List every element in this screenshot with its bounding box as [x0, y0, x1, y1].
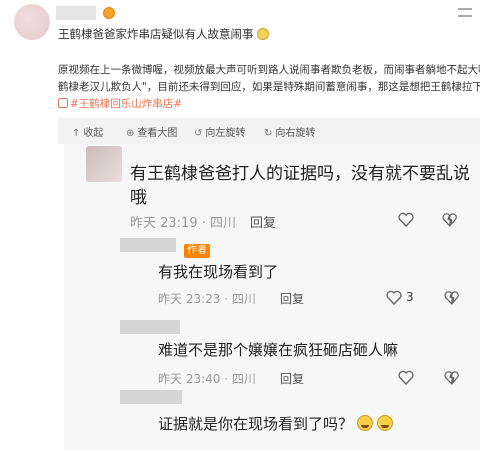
- like-count: 3: [406, 290, 414, 304]
- comment-item: 有王鹤棣爸爸打人的证据吗，没有就不要乱说 哦 昨天 23:19 · 四川 回复: [64, 144, 480, 236]
- rotate-right-icon: ↻: [264, 128, 273, 139]
- like-heart-icon[interactable]: [398, 370, 414, 385]
- author-badge: 作者: [184, 244, 210, 258]
- view-large-button[interactable]: ⊕ 查看大图: [126, 124, 177, 139]
- zoom-icon: ⊕: [126, 128, 135, 139]
- post-title-text: 王鹤棣爸爸家炸串店疑似有人故意闹事: [58, 27, 254, 41]
- comment-text: 证据就是你在现场看到了吗？: [158, 415, 354, 433]
- commenter-name-blurred[interactable]: [120, 238, 176, 252]
- post-header: 王鹤棣爸爸家炸串店疑似有人故意闹事: [0, 0, 480, 42]
- like-heart-icon[interactable]: [386, 290, 402, 305]
- post-title: 王鹤棣爸爸家炸串店疑似有人故意闹事: [58, 26, 269, 42]
- verified-badge-icon: [103, 7, 115, 19]
- comment-item: 证据就是你在现场看到了吗？: [64, 388, 480, 450]
- comment-text-line-1: 难道不是那个嬢嬢在疯狂砸店砸人嘛: [158, 341, 399, 359]
- like-heart-icon[interactable]: [398, 212, 414, 227]
- comment-meta: 昨天 23:23 · 四川: [158, 292, 256, 306]
- collapse-label: 收起: [83, 128, 104, 139]
- rotate-left-icon: ↺: [194, 128, 203, 139]
- rotate-right-button[interactable]: ↻ 向右旋转: [264, 124, 315, 139]
- reply-button[interactable]: 回复: [280, 370, 304, 387]
- dislike-broken-heart-icon[interactable]: [442, 212, 457, 227]
- poster-avatar[interactable]: [14, 4, 50, 40]
- rotate-right-label: 向右旋转: [275, 128, 316, 139]
- commenter-name-blurred[interactable]: [120, 320, 180, 334]
- smile-emoji-icon: [256, 28, 269, 40]
- view-large-label: 查看大图: [137, 128, 178, 139]
- post-body-line-1: 原视频在上一条微博喔，视频放最大声可听到路人说闹事者欺负老板，而闹事者躺地不起大…: [58, 64, 480, 76]
- comment-meta: 昨天 23:19 · 四川: [130, 216, 236, 231]
- comment-text-line-1: 有我在现场看到了: [158, 263, 279, 281]
- dislike-broken-heart-icon[interactable]: [444, 370, 459, 385]
- comment-meta: 昨天 23:40 · 四川: [158, 372, 256, 386]
- collapse-icon: ↑: [72, 128, 81, 139]
- laugh-cry-emoji-icon: [357, 415, 374, 431]
- post-body-line-2: 鹤棣老汉儿欺负人"，目前还未得到回应，如果是特殊期间蓄意闹事，那这是想把王鹤棣拉…: [58, 81, 480, 93]
- comment-text-line-2: 哦: [130, 188, 147, 208]
- hashtag-icon: [58, 98, 68, 108]
- dislike-broken-heart-icon[interactable]: [444, 290, 459, 305]
- collapse-button[interactable]: ↑ 收起: [72, 124, 103, 139]
- poster-name-blurred[interactable]: [56, 6, 96, 20]
- commenter-name-blurred[interactable]: [120, 390, 182, 404]
- media-toolbar: ↑ 收起 ⊕ 查看大图 ↺ 向左旋转 ↻ 向右旋转: [58, 118, 480, 144]
- comment-panel: 有王鹤棣爸爸打人的证据吗，没有就不要乱说 哦 昨天 23:19 · 四川 回复 …: [64, 144, 480, 450]
- reply-button[interactable]: 回复: [250, 212, 276, 231]
- comment-item: 难道不是那个嬢嬢在疯狂砸店砸人嘛 昨天 23:40 · 四川 回复: [64, 316, 480, 388]
- rotate-left-label: 向左旋转: [205, 128, 246, 139]
- comment-text-line-1: 证据就是你在现场看到了吗？: [158, 414, 394, 434]
- rotate-left-button[interactable]: ↺ 向左旋转: [194, 124, 245, 139]
- commenter-avatar[interactable]: [86, 146, 122, 182]
- comment-text-line-1: 有王鹤棣爸爸打人的证据吗，没有就不要乱说: [130, 164, 470, 184]
- reply-button[interactable]: 回复: [280, 290, 304, 307]
- hashtag-link[interactable]: #王鹤棣回乐山炸串店#: [58, 96, 480, 113]
- post-body: 原视频在上一条微博喔，视频放最大声可听到路人说闹事者欺负老板，而闹事者躺地不起大…: [58, 62, 480, 113]
- hashtag-text[interactable]: #王鹤棣回乐山炸串店#: [70, 98, 182, 110]
- laugh-cry-emoji-icon: [377, 415, 394, 431]
- more-menu-icon[interactable]: [458, 8, 472, 18]
- comment-item: 作者 有我在现场看到了 昨天 23:23 · 四川 回复 3: [64, 236, 480, 316]
